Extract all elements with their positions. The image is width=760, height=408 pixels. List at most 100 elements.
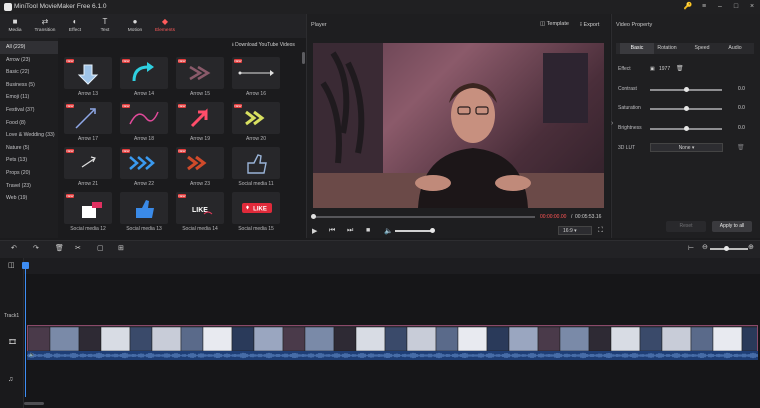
tab-basic[interactable]: Basic (620, 43, 654, 54)
audio-volume-icon[interactable]: 🔈 (29, 352, 35, 358)
element-label: Arrow 17 (77, 136, 98, 142)
music-track-icon: ♫ (8, 376, 14, 383)
category-item[interactable]: Props (20) (0, 167, 58, 180)
timeline-scrollbar[interactable] (24, 402, 44, 405)
new-badge: NEW (122, 59, 130, 63)
app-logo-icon (4, 3, 12, 11)
element-thumbnail[interactable]: NEW (176, 57, 224, 89)
time-separator: / (571, 214, 573, 220)
time-ruler[interactable] (24, 258, 760, 274)
template-label: Template (546, 21, 569, 27)
category-item[interactable]: Food (8) (0, 117, 58, 130)
category-item[interactable]: Pets (13) (0, 154, 58, 167)
next-frame-icon[interactable]: ⏭ (347, 227, 353, 235)
seek-handle[interactable] (311, 214, 316, 219)
element-thumbnail[interactable]: NEW (176, 102, 224, 134)
timeline-toolbar (0, 240, 760, 258)
element-thumbnail[interactable]: NEW (232, 102, 280, 134)
element-thumbnail[interactable]: NEW (176, 147, 224, 179)
track-label: Track1 (4, 313, 20, 319)
add-track-icon[interactable]: ◫ (8, 261, 15, 269)
tab-speed[interactable]: Speed (685, 43, 719, 54)
collapse-panel-icon[interactable]: › (611, 120, 613, 127)
tool-media[interactable]: ■ Media (0, 14, 30, 38)
slider-handle[interactable] (683, 87, 689, 92)
category-item[interactable]: Web (19) (0, 192, 58, 205)
element-thumbnail[interactable]: LIKE NEW (176, 192, 224, 224)
element-thumbnail[interactable]: NEW (64, 57, 112, 89)
zoom-handle[interactable] (724, 246, 729, 251)
element-thumbnail[interactable]: NEW (120, 102, 168, 134)
delete-icon[interactable]: 🗑 (55, 244, 64, 252)
category-item[interactable]: Love & Wedding (33) (0, 129, 58, 142)
aspect-ratio-select[interactable]: 16:9 ▾ (558, 226, 592, 235)
tab-audio[interactable]: Audio (718, 43, 752, 54)
playhead[interactable] (25, 262, 26, 397)
volume-handle[interactable] (430, 228, 435, 233)
split-icon[interactable]: ✂ (75, 244, 81, 252)
crop-alt-icon[interactable]: ⊞ (118, 244, 124, 252)
category-item[interactable]: Arrow (23) (0, 54, 58, 67)
category-item[interactable]: Business (5) (0, 79, 58, 92)
export-button[interactable]: ⭱ Export (580, 21, 599, 30)
seek-bar[interactable] (313, 216, 535, 218)
audio-waveform[interactable] (26, 351, 758, 360)
fit-timeline-icon[interactable]: ⊢ (688, 244, 694, 252)
fullscreen-icon[interactable]: ⛶ (598, 227, 603, 235)
maximize-icon[interactable]: □ (730, 2, 742, 12)
element-label: Arrow 21 (77, 181, 98, 187)
zoom-out-icon[interactable]: ⊖ (702, 243, 708, 251)
tool-motion[interactable]: ● Motion (120, 14, 150, 38)
zoom-in-icon[interactable]: ⊕ (748, 243, 754, 251)
delete-effect-icon[interactable]: 🗑 (676, 65, 684, 72)
crop-icon[interactable]: ▢ (97, 244, 104, 252)
tool-transition[interactable]: ⇄ Transition (30, 14, 60, 38)
category-item[interactable]: Basic (22) (0, 66, 58, 79)
volume-slider[interactable] (395, 230, 433, 232)
category-item[interactable]: Travel (23) (0, 180, 58, 193)
playhead-handle[interactable] (22, 262, 29, 269)
video-preview[interactable] (313, 43, 604, 208)
play-icon[interactable]: ▶ (312, 227, 317, 235)
download-youtube-link[interactable]: ⭳ Download YouTube Videos (232, 42, 295, 50)
new-badge: NEW (66, 149, 74, 153)
category-item[interactable]: Emoji (11) (0, 91, 58, 104)
reset-button[interactable]: Reset (666, 221, 706, 232)
element-thumbnail[interactable]: NEW (64, 192, 112, 224)
menu-icon[interactable]: ≡ (698, 2, 710, 12)
category-item[interactable]: Nature (5) (0, 142, 58, 155)
element-thumbnail[interactable]: LIKE (232, 192, 280, 224)
lut-select[interactable]: None ▾ (650, 143, 723, 152)
element-thumbnail[interactable]: NEW (64, 147, 112, 179)
minimize-icon[interactable]: – (714, 2, 726, 12)
main-toolbar: ■ Media ⇄ Transition ◐ Effect T Text ● Motion… (0, 14, 306, 38)
element-thumbnail[interactable] (120, 192, 168, 224)
undo-icon[interactable]: ↶ (11, 244, 17, 252)
category-item[interactable]: All (229) (0, 41, 58, 54)
element-thumbnail[interactable]: NEW (120, 147, 168, 179)
element-thumbnail[interactable]: NEW (232, 57, 280, 89)
close-icon[interactable]: × (746, 2, 758, 12)
slider-handle[interactable] (683, 106, 689, 111)
template-button[interactable]: ◫ Template (540, 21, 569, 27)
prev-frame-icon[interactable]: ⏮ (329, 227, 335, 235)
element-thumbnail[interactable] (232, 147, 280, 179)
key-icon[interactable]: 🔑 (682, 2, 694, 12)
stop-icon[interactable]: ■ (366, 227, 370, 234)
element-thumbnail[interactable]: NEW (64, 102, 112, 134)
tab-rotation[interactable]: Rotation (650, 43, 684, 54)
category-item[interactable]: Festival (37) (0, 104, 58, 117)
redo-icon[interactable]: ↷ (33, 244, 39, 252)
zoom-slider[interactable] (710, 248, 748, 250)
tool-effect[interactable]: ◐ Effect (60, 14, 90, 38)
new-badge: NEW (122, 104, 130, 108)
volume-icon[interactable]: 🔈 (384, 227, 393, 235)
apply-to-all-button[interactable]: Apply to all (712, 221, 752, 232)
element-thumbnail[interactable]: NEW (120, 57, 168, 89)
slider-handle[interactable] (683, 126, 689, 131)
tool-elements[interactable]: ◆ Elements (150, 14, 180, 38)
new-badge: NEW (66, 59, 74, 63)
grid-scrollbar[interactable] (302, 52, 305, 64)
tool-text[interactable]: T Text (90, 14, 120, 38)
delete-lut-icon[interactable]: 🗑 (737, 144, 745, 151)
